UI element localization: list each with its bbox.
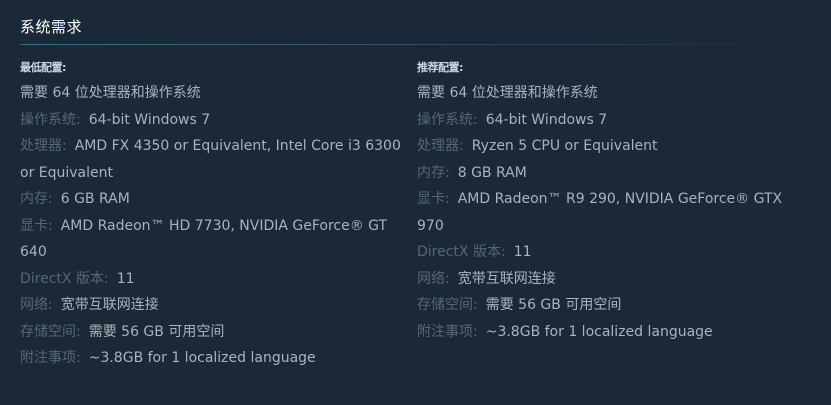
recommended-64bit-note: 需要 64 位处理器和操作系统 [417, 80, 811, 107]
minimum-title: 最低配置: [20, 61, 66, 74]
minimum-graphics-label: 显卡: [20, 217, 53, 234]
recommended-title: 推荐配置: [417, 61, 463, 74]
recommended-processor-value: Ryzen 5 CPU or Equivalent [471, 138, 658, 154]
minimum-directx-value: 11 [116, 270, 135, 287]
recommended-memory-row: 内存: 8 GB RAM [417, 160, 811, 187]
recommended-directx-value: 11 [513, 244, 532, 260]
recommended-directx-label: DirectX 版本: [417, 244, 506, 260]
recommended-notes-label: 附注事项: [417, 323, 478, 340]
recommended-storage-value: 需要 56 GB 可用空间 [485, 297, 622, 313]
recommended-note-text: 需要 64 位处理器和操作系统 [417, 85, 598, 101]
minimum-os-value: 64-bit Windows 7 [88, 111, 211, 128]
recommended-graphics-row: 显卡: AMD Radeon™ R9 290, NVIDIA GeForce® G… [417, 186, 811, 239]
minimum-network-row: 网络: 宽带互联网连接 [20, 292, 405, 319]
minimum-graphics-row: 显卡: AMD Radeon™ HD 7730, NVIDIA GeForce® … [20, 213, 405, 266]
recommended-graphics-label: 显卡: [417, 191, 450, 207]
minimum-processor-row: 处理器: AMD FX 4350 or Equivalent, Intel Cor… [20, 133, 405, 186]
recommended-os-label: 操作系统: [417, 111, 478, 128]
recommended-processor-label: 处理器: [417, 138, 464, 154]
recommended-processor-row: 处理器: Ryzen 5 CPU or Equivalent [417, 133, 811, 160]
recommended-storage-row: 存储空间: 需要 56 GB 可用空间 [417, 292, 811, 319]
system-requirements-header: 系统需求 [20, 14, 811, 45]
section-title: 系统需求 [20, 18, 83, 36]
recommended-directx-row: DirectX 版本: 11 [417, 239, 811, 266]
minimum-memory-row: 内存: 6 GB RAM [20, 186, 405, 213]
minimum-notes-value: ~3.8GB for 1 localized language [88, 350, 316, 366]
minimum-processor-label: 处理器: [20, 138, 67, 154]
recommended-notes-row: 附注事项: ~3.8GB for 1 localized language [417, 319, 811, 346]
recommended-network-row: 网络: 宽带互联网连接 [417, 266, 811, 293]
minimum-graphics-value: AMD Radeon™ HD 7730, NVIDIA GeForce® GT … [20, 217, 388, 261]
recommended-os-row: 操作系统: 64-bit Windows 7 [417, 107, 811, 134]
minimum-note-text: 需要 64 位处理器和操作系统 [20, 85, 201, 101]
minimum-directx-label: DirectX 版本: [20, 270, 109, 287]
minimum-network-value: 宽带互联网连接 [60, 297, 159, 313]
recommended-notes-value: ~3.8GB for 1 localized language [485, 323, 713, 340]
minimum-notes-label: 附注事项: [20, 350, 81, 366]
recommended-storage-label: 存储空间: [417, 297, 478, 313]
recommended-graphics-value: AMD Radeon™ R9 290, NVIDIA GeForce® GTX … [417, 191, 783, 234]
minimum-requirements-column: 最低配置: 需要 64 位处理器和操作系统 操作系统: 64-bit Window… [20, 60, 405, 372]
recommended-requirements-column: 推荐配置: 需要 64 位处理器和操作系统 操作系统: 64-bit Window… [417, 60, 811, 345]
minimum-64bit-note: 需要 64 位处理器和操作系统 [20, 80, 405, 107]
minimum-notes-row: 附注事项: ~3.8GB for 1 localized language [20, 345, 405, 372]
minimum-os-row: 操作系统: 64-bit Windows 7 [20, 107, 405, 134]
recommended-network-value: 宽带互联网连接 [457, 270, 556, 287]
minimum-memory-value: 6 GB RAM [60, 191, 130, 207]
minimum-storage-label: 存储空间: [20, 323, 81, 340]
minimum-memory-label: 内存: [20, 191, 53, 207]
minimum-storage-value: 需要 56 GB 可用空间 [88, 323, 225, 340]
minimum-storage-row: 存储空间: 需要 56 GB 可用空间 [20, 319, 405, 346]
minimum-network-label: 网络: [20, 297, 53, 313]
minimum-directx-row: DirectX 版本: 11 [20, 266, 405, 293]
minimum-processor-value: AMD FX 4350 or Equivalent, Intel Core i3… [20, 138, 401, 181]
recommended-memory-label: 内存: [417, 164, 450, 181]
minimum-os-label: 操作系统: [20, 111, 81, 128]
recommended-memory-value: 8 GB RAM [457, 164, 527, 181]
recommended-network-label: 网络: [417, 270, 450, 287]
recommended-os-value: 64-bit Windows 7 [485, 111, 608, 128]
